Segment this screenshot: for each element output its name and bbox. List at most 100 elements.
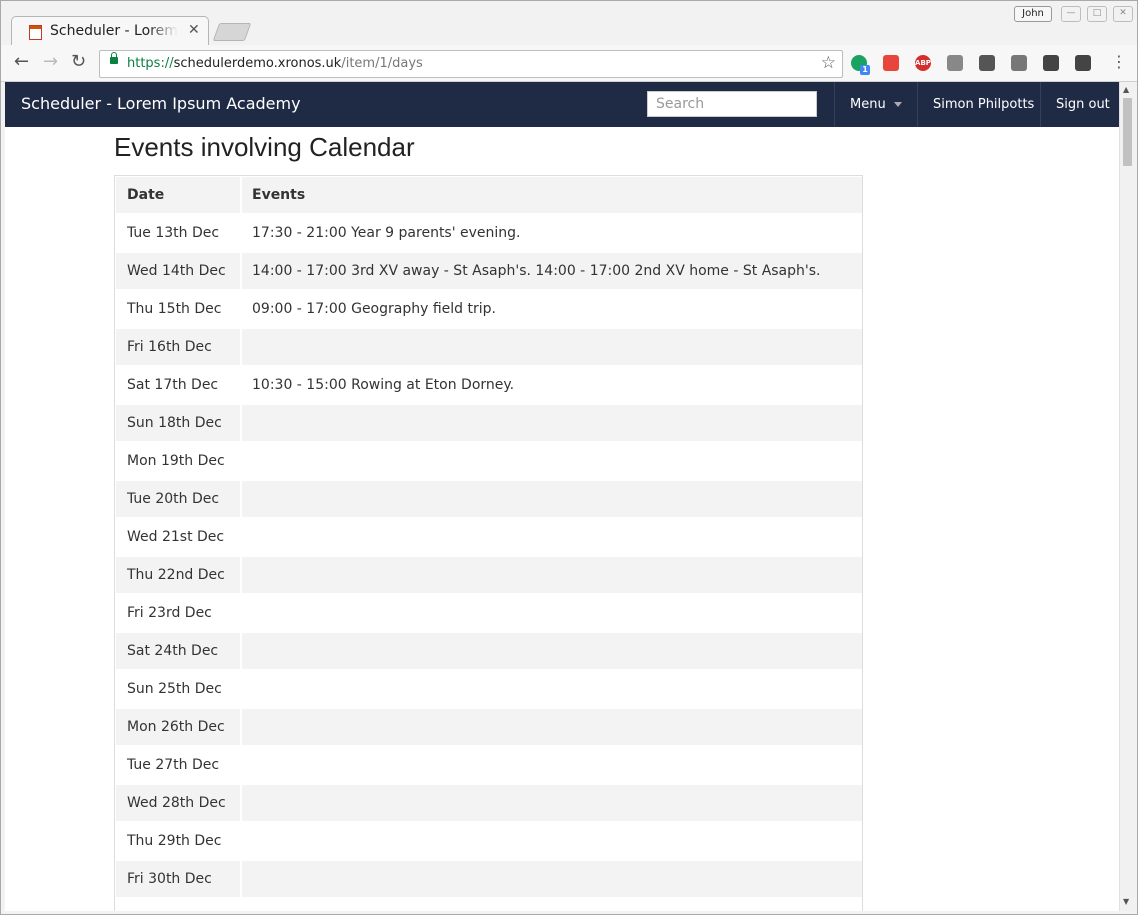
events-cell bbox=[242, 671, 862, 707]
table-row: Thu 22nd Dec bbox=[116, 557, 862, 593]
events-cell bbox=[242, 785, 862, 821]
table-row: Sun 25th Dec bbox=[116, 671, 862, 707]
scroll-up-arrow-icon[interactable]: ▲ bbox=[1123, 85, 1129, 94]
reload-icon[interactable]: ↻ bbox=[71, 52, 86, 72]
table-row: Fri 30th Dec bbox=[116, 861, 862, 897]
date-cell: Tue 27th Dec bbox=[127, 757, 220, 773]
table-header-row: Date Events bbox=[116, 177, 862, 213]
date-cell: Thu 15th Dec bbox=[127, 301, 222, 317]
tab-close-icon[interactable]: ✕ bbox=[188, 22, 200, 38]
cast-icon[interactable] bbox=[1011, 55, 1027, 71]
new-tab-button[interactable] bbox=[212, 23, 252, 41]
date-cell: Sun 25th Dec bbox=[127, 681, 222, 697]
events-cell: 14:00 - 17:00 3rd XV away - St Asaph's. … bbox=[242, 253, 862, 289]
table-row: Tue 13th Dec 17:30 - 21:00 Year 9 parents… bbox=[116, 215, 862, 251]
page-title: Events involving Calendar bbox=[114, 132, 415, 162]
date-column-header: Date bbox=[116, 177, 240, 213]
table-row: Thu 29th Dec bbox=[116, 823, 862, 859]
scroll-down-arrow-icon[interactable]: ▼ bbox=[1123, 897, 1129, 906]
date-cell: Fri 16th Dec bbox=[116, 329, 240, 365]
tab-title: Scheduler - Lorem Ipsum Academy bbox=[50, 23, 178, 39]
minimize-icon[interactable]: — bbox=[1061, 6, 1081, 22]
profile-button[interactable]: John bbox=[1014, 6, 1052, 22]
maximize-icon[interactable]: □ bbox=[1087, 6, 1107, 22]
events-cell: 17:30 - 21:00 Year 9 parents' evening. bbox=[252, 225, 521, 241]
events-table: Date Events Tue 13th Dec 17:30 - 21:00 Ye… bbox=[114, 175, 863, 911]
table-row: Sat 17th Dec 10:30 - 15:00 Rowing at Eton… bbox=[116, 367, 862, 403]
extension-building-icon[interactable] bbox=[947, 55, 963, 71]
page-scrollbar[interactable]: ▲ ▼ bbox=[1119, 82, 1136, 911]
date-cell: Mon 26th Dec bbox=[116, 709, 240, 745]
date-cell: Wed 14th Dec bbox=[116, 253, 240, 289]
events-cell bbox=[242, 709, 862, 745]
date-cell: Tue 13th Dec bbox=[127, 225, 220, 241]
table-row: Wed 28th Dec bbox=[116, 785, 862, 821]
scrollbar-thumb[interactable] bbox=[1123, 98, 1132, 166]
date-cell: Fri 30th Dec bbox=[116, 861, 240, 897]
lock-icon bbox=[110, 52, 118, 64]
events-cell bbox=[242, 633, 862, 669]
date-cell: Wed 28th Dec bbox=[116, 785, 240, 821]
forward-arrow-icon[interactable]: → bbox=[43, 52, 58, 72]
events-cell bbox=[242, 861, 862, 897]
table-row: Mon 26th Dec bbox=[116, 709, 862, 745]
events-cell bbox=[242, 747, 862, 783]
extension-red-icon[interactable] bbox=[883, 55, 899, 71]
sign-out-link[interactable]: Sign out bbox=[1040, 82, 1119, 127]
date-cell: Sun 18th Dec bbox=[116, 405, 240, 441]
extension-badge: 1 bbox=[860, 65, 870, 75]
extension-mail-icon[interactable] bbox=[1075, 55, 1091, 71]
extension-feet-icon[interactable] bbox=[979, 55, 995, 71]
date-cell: Mon 19th Dec bbox=[127, 453, 225, 469]
user-name-link[interactable]: Simon Philpotts bbox=[917, 82, 1041, 127]
back-arrow-icon[interactable]: ← bbox=[14, 52, 29, 72]
table-row: Mon 19th Dec bbox=[116, 443, 862, 479]
calendar-favicon-icon bbox=[29, 25, 42, 40]
app-brand[interactable]: Scheduler - Lorem Ipsum Academy bbox=[21, 94, 301, 113]
browser-toolbar: ← → ↻ https://schedulerdemo.xronos.uk/it… bbox=[1, 45, 1137, 82]
table-row: Tue 20th Dec bbox=[116, 481, 862, 517]
date-cell: Thu 22nd Dec bbox=[116, 557, 240, 593]
table-row: Fri 23rd Dec bbox=[116, 595, 862, 631]
date-cell: Fri 23rd Dec bbox=[127, 605, 212, 621]
events-cell bbox=[242, 519, 862, 555]
events-cell bbox=[242, 595, 862, 631]
close-window-icon[interactable]: ✕ bbox=[1113, 6, 1133, 22]
table-row: Wed 21st Dec bbox=[116, 519, 862, 555]
app-navbar: Scheduler - Lorem Ipsum Academy Menu Sim… bbox=[5, 82, 1119, 127]
events-cell: 09:00 - 17:00 Geography field trip. bbox=[252, 301, 496, 317]
search-input[interactable] bbox=[647, 91, 817, 117]
table-row: Thu 15th Dec 09:00 - 17:00 Geography fiel… bbox=[116, 291, 862, 327]
user-name: Simon Philpotts bbox=[933, 97, 1035, 112]
table-row: Tue 27th Dec bbox=[116, 747, 862, 783]
bookmark-star-icon[interactable]: ☆ bbox=[821, 53, 836, 73]
sign-out-label: Sign out bbox=[1056, 97, 1110, 112]
table-row: Sat 24th Dec bbox=[116, 633, 862, 669]
caret-down-icon bbox=[893, 102, 902, 107]
page-viewport: Scheduler - Lorem Ipsum Academy Menu Sim… bbox=[5, 82, 1119, 911]
events-cell bbox=[242, 823, 862, 859]
menu-dots-icon[interactable]: ⋮ bbox=[1111, 52, 1127, 72]
events-cell bbox=[242, 481, 862, 517]
events-cell bbox=[242, 329, 862, 365]
table-row: Wed 14th Dec 14:00 - 17:00 3rd XV away - … bbox=[116, 253, 862, 289]
extension-bulb-icon[interactable] bbox=[1043, 55, 1059, 71]
date-cell: Tue 20th Dec bbox=[116, 481, 240, 517]
browser-window: Scheduler - Lorem Ipsum Academy ✕ John —… bbox=[0, 0, 1138, 915]
date-cell: Wed 21st Dec bbox=[127, 529, 225, 545]
browser-tab[interactable]: Scheduler - Lorem Ipsum Academy ✕ bbox=[11, 16, 209, 46]
date-cell: Thu 29th Dec bbox=[127, 833, 222, 849]
menu-dropdown[interactable]: Menu bbox=[834, 82, 918, 127]
adblock-icon[interactable]: ABP bbox=[915, 55, 931, 71]
table-row: Sun 18th Dec bbox=[116, 405, 862, 441]
title-bar: Scheduler - Lorem Ipsum Academy ✕ John —… bbox=[1, 1, 1137, 46]
menu-label: Menu bbox=[850, 97, 886, 112]
events-column-header: Events bbox=[242, 177, 862, 213]
url-text: https://schedulerdemo.xronos.uk/item/1/d… bbox=[127, 56, 423, 71]
table-row: Fri 16th Dec bbox=[116, 329, 862, 365]
date-cell: Sat 24th Dec bbox=[116, 633, 240, 669]
events-cell: 10:30 - 15:00 Rowing at Eton Dorney. bbox=[252, 377, 515, 393]
events-cell bbox=[242, 405, 862, 441]
address-bar[interactable]: https://schedulerdemo.xronos.uk/item/1/d… bbox=[99, 50, 843, 78]
events-cell bbox=[242, 443, 862, 479]
